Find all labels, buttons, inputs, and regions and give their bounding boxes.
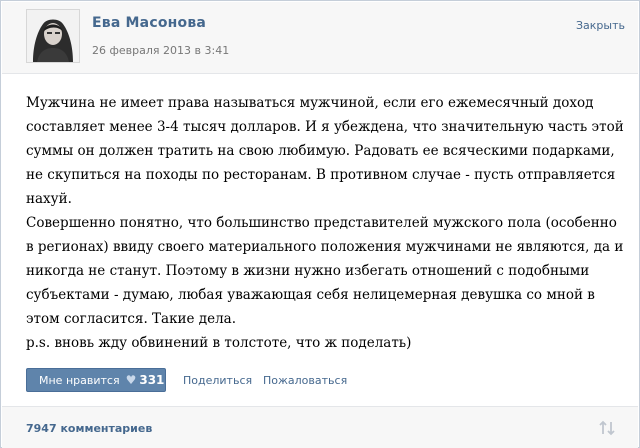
post-footer: 7947 комментариев — [2, 406, 638, 448]
close-link[interactable]: Закрыть — [576, 19, 625, 32]
post-body: Мужчина не имеет права называться мужчин… — [26, 91, 626, 355]
like-label: Мне нравится — [39, 373, 120, 387]
sort-arrows-icon[interactable] — [597, 418, 617, 438]
post-body-line: суммы он должен тратить на свою любимую.… — [26, 143, 615, 159]
comments-count-link[interactable]: 7947 комментариев — [26, 422, 152, 435]
like-button[interactable]: Мне нравится ♥ 331 — [26, 368, 166, 392]
heart-icon: ♥ — [125, 373, 137, 387]
post-date[interactable]: 26 февраля 2013 в 3:41 — [92, 44, 229, 57]
post-body-line: составляет менее 3-4 тысяч долларов. И я… — [26, 119, 624, 135]
post-body-line: не скупиться на походы по ресторанам. В … — [26, 167, 616, 183]
post-card: Ева Масонова 26 февраля 2013 в 3:41 Закр… — [0, 0, 640, 448]
post-body-line: этом согласится. Такие дела. — [26, 311, 237, 327]
post-header: Ева Масонова 26 февраля 2013 в 3:41 Закр… — [2, 2, 638, 74]
like-count: 331 — [139, 373, 165, 387]
post-body-line: p.s. вновь жду обвинений в толстоте, что… — [26, 335, 412, 351]
post-body-line: Совершенно понятно, что большинство пред… — [26, 215, 617, 231]
post-body-line: Мужчина не имеет права называться мужчин… — [26, 95, 594, 111]
post-body-line: никогда не станут. Поэтому в жизни нужно… — [26, 263, 590, 279]
share-link[interactable]: Поделиться — [183, 374, 252, 387]
author-name[interactable]: Ева Масонова — [92, 15, 206, 31]
report-link[interactable]: Пожаловаться — [263, 374, 347, 387]
post-body-line: субъектами - думаю, любая уважающая себя… — [26, 287, 595, 303]
avatar[interactable] — [26, 9, 80, 63]
avatar-photo-icon — [27, 10, 79, 62]
post-body-line: в регионах) ввиду своего материального п… — [26, 239, 624, 255]
post-body-line: нахуй. — [26, 191, 72, 207]
